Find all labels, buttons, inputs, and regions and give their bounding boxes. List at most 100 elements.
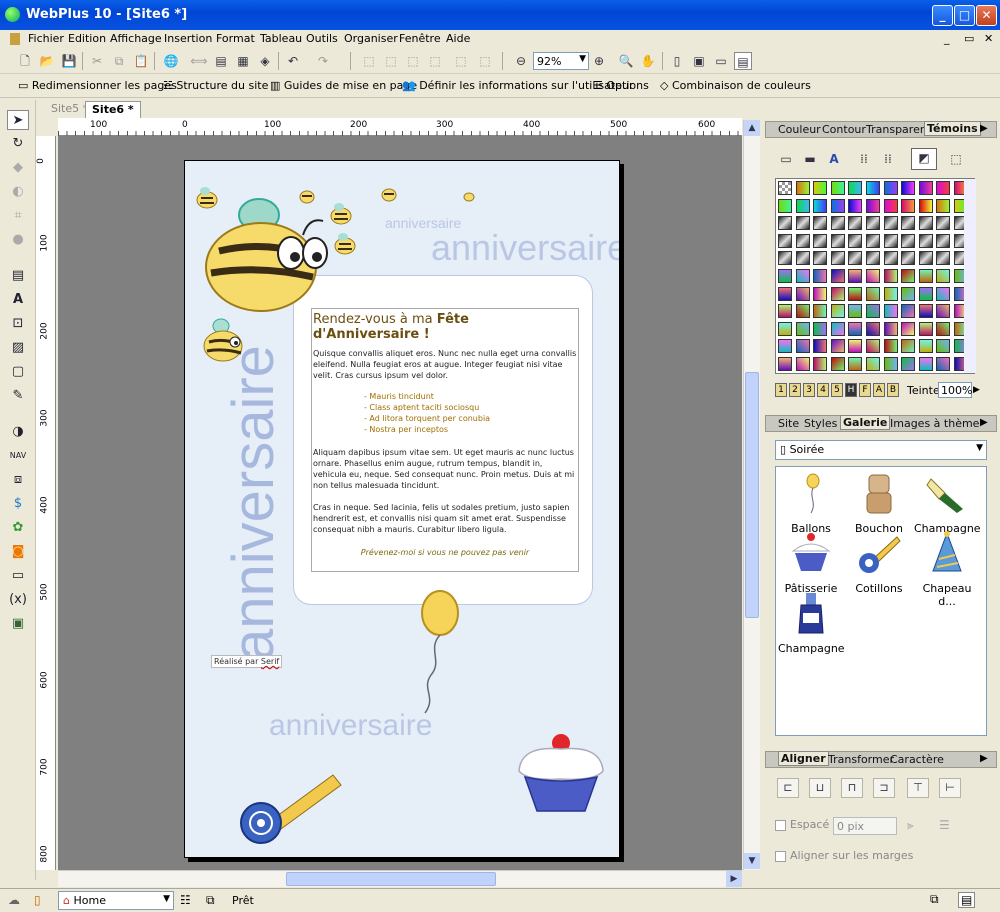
color-swatch[interactable] bbox=[848, 304, 863, 319]
tab-transformer[interactable]: Transformer bbox=[828, 753, 894, 766]
horizontal-scroll-thumb[interactable] bbox=[286, 872, 496, 886]
gallery-item[interactable]: Bouchon bbox=[846, 471, 912, 535]
scroll-down-icon[interactable]: ▼ bbox=[744, 853, 760, 869]
color-swatch[interactable] bbox=[918, 198, 933, 213]
gallery-category-select[interactable]: ▯ Soirée ▼ bbox=[775, 440, 987, 460]
menu-affichage[interactable]: Affichage bbox=[110, 32, 162, 45]
color-swatch[interactable] bbox=[813, 286, 828, 301]
scroll-up-icon[interactable]: ▲ bbox=[744, 120, 760, 136]
pointer-tool-icon[interactable]: ➤ bbox=[7, 110, 29, 130]
layout-guides-button[interactable]: ▥ Guides de mise en page bbox=[270, 79, 417, 92]
menu-format[interactable]: Format bbox=[216, 32, 255, 45]
cat-icon[interactable]: ☁ bbox=[8, 893, 20, 907]
paste-icon[interactable]: 📋 bbox=[132, 52, 150, 70]
color-swatch[interactable] bbox=[830, 321, 845, 336]
color-swatch[interactable] bbox=[778, 251, 792, 266]
color-swatch[interactable] bbox=[795, 357, 810, 371]
align-bottom-icon[interactable]: ⊔ bbox=[809, 778, 831, 798]
panel-menu-icon[interactable]: ▶ bbox=[980, 417, 988, 428]
color-swatch[interactable] bbox=[936, 321, 951, 336]
page-manager-icon[interactable]: ▯ bbox=[34, 893, 41, 907]
color-swatch[interactable] bbox=[918, 304, 933, 319]
color-swatch[interactable] bbox=[848, 233, 863, 248]
color-swatch[interactable] bbox=[883, 339, 898, 354]
color-swatch[interactable] bbox=[866, 269, 880, 283]
color-swatch[interactable] bbox=[830, 181, 845, 195]
color-swatch[interactable] bbox=[866, 321, 880, 336]
color-swatch[interactable] bbox=[778, 304, 792, 319]
page-select[interactable]: ⌂ Home ▼ bbox=[58, 891, 174, 910]
cut-icon[interactable]: ✂ bbox=[88, 52, 106, 70]
color-swatch[interactable] bbox=[883, 286, 898, 301]
group-icon[interactable]: ⬚ bbox=[360, 52, 378, 70]
spacing-checkbox[interactable] bbox=[775, 819, 786, 831]
color-swatch[interactable] bbox=[848, 269, 863, 283]
picture-tool-icon[interactable]: ▨ bbox=[7, 338, 29, 358]
minimize-button[interactable]: _ bbox=[932, 5, 953, 26]
space-v-icon[interactable]: ☰ bbox=[939, 818, 950, 832]
menu-outils[interactable]: Outils bbox=[306, 32, 338, 45]
color-swatch[interactable] bbox=[795, 181, 810, 195]
site-structure-button[interactable]: ☷ Structure du site bbox=[163, 79, 268, 92]
color-swatch[interactable] bbox=[813, 269, 828, 283]
tab-images-theme[interactable]: Images à thème bbox=[890, 417, 979, 430]
color-swatch[interactable] bbox=[778, 233, 792, 248]
gradient-select-icon[interactable]: ◩ bbox=[911, 148, 937, 170]
color-swatch[interactable] bbox=[830, 216, 845, 231]
align-right-icon[interactable]: ⊐ bbox=[873, 778, 895, 798]
maximize-button[interactable]: □ bbox=[954, 5, 975, 26]
snap-icon[interactable]: ⧉ bbox=[930, 892, 939, 907]
color-swatch[interactable] bbox=[883, 304, 898, 319]
color-swatch[interactable] bbox=[866, 181, 880, 195]
color-swatch[interactable] bbox=[918, 286, 933, 301]
publish-icon[interactable]: ▤ bbox=[212, 52, 230, 70]
color-swatch[interactable] bbox=[848, 251, 863, 266]
transparency-tool-icon[interactable]: ◐ bbox=[7, 182, 29, 202]
options-button[interactable]: ☰ Options bbox=[593, 79, 649, 92]
web-object-tool-icon[interactable]: ✿ bbox=[7, 518, 29, 538]
palette-number[interactable]: A bbox=[873, 383, 885, 397]
color-swatch[interactable] bbox=[866, 286, 880, 301]
publish-web-icon[interactable]: ▦ bbox=[234, 52, 252, 70]
add-page-icon[interactable]: ⧉ bbox=[206, 893, 215, 908]
menu-insertion[interactable]: Insertion bbox=[164, 32, 212, 45]
color-swatch[interactable] bbox=[848, 216, 863, 231]
color-swatch[interactable] bbox=[883, 357, 898, 371]
tab-contour[interactable]: Contour bbox=[822, 123, 866, 136]
frame-tool-icon[interactable]: ▤ bbox=[7, 266, 29, 286]
color-swatch[interactable] bbox=[883, 321, 898, 336]
color-swatch[interactable] bbox=[918, 269, 933, 283]
gallery-item[interactable]: Champagne bbox=[778, 591, 845, 655]
tint-arrow-icon[interactable]: ▶ bbox=[973, 382, 985, 398]
palette-number[interactable]: 5 bbox=[831, 383, 843, 397]
color-swatch[interactable] bbox=[936, 181, 951, 195]
ecommerce-tool-icon[interactable]: $ bbox=[7, 494, 29, 514]
text-tool-icon[interactable]: A bbox=[7, 290, 29, 310]
color-swatch[interactable] bbox=[866, 357, 880, 371]
gallery-item[interactable]: Champagne bbox=[914, 471, 981, 535]
color-swatch[interactable] bbox=[795, 198, 810, 213]
align-center-h-icon[interactable]: ⊤ bbox=[907, 778, 929, 798]
color-swatch[interactable] bbox=[813, 357, 828, 371]
swatch-grid[interactable] bbox=[775, 178, 975, 374]
color-swatch[interactable] bbox=[866, 339, 880, 354]
page[interactable]: anniversaire anniversaire anniversaire a… bbox=[184, 160, 620, 858]
fill-tool-icon[interactable]: ◆ bbox=[7, 158, 29, 178]
workspace-canvas[interactable]: anniversaire anniversaire anniversaire a… bbox=[58, 136, 742, 870]
color-swatch[interactable] bbox=[778, 198, 792, 213]
color-swatch[interactable] bbox=[795, 339, 810, 354]
page-width-icon[interactable]: ▭ bbox=[712, 52, 730, 70]
color-swatch[interactable] bbox=[830, 339, 845, 354]
color-swatch[interactable] bbox=[918, 339, 933, 354]
resize-pages-button[interactable]: ▭ Redimensionner les pages bbox=[18, 79, 177, 92]
spacing-input[interactable]: 0 pix bbox=[833, 817, 897, 835]
serif-link[interactable]: Serif bbox=[261, 657, 279, 666]
script-tool-icon[interactable]: (x) bbox=[7, 590, 29, 610]
color-swatch[interactable] bbox=[848, 286, 863, 301]
color-swatch[interactable] bbox=[778, 181, 792, 195]
mdi-close-button[interactable]: ✕ bbox=[984, 32, 993, 45]
color-swatch[interactable] bbox=[901, 233, 916, 248]
color-swatch[interactable] bbox=[830, 269, 845, 283]
color-swatch[interactable] bbox=[813, 181, 828, 195]
color-swatch[interactable] bbox=[883, 251, 898, 266]
